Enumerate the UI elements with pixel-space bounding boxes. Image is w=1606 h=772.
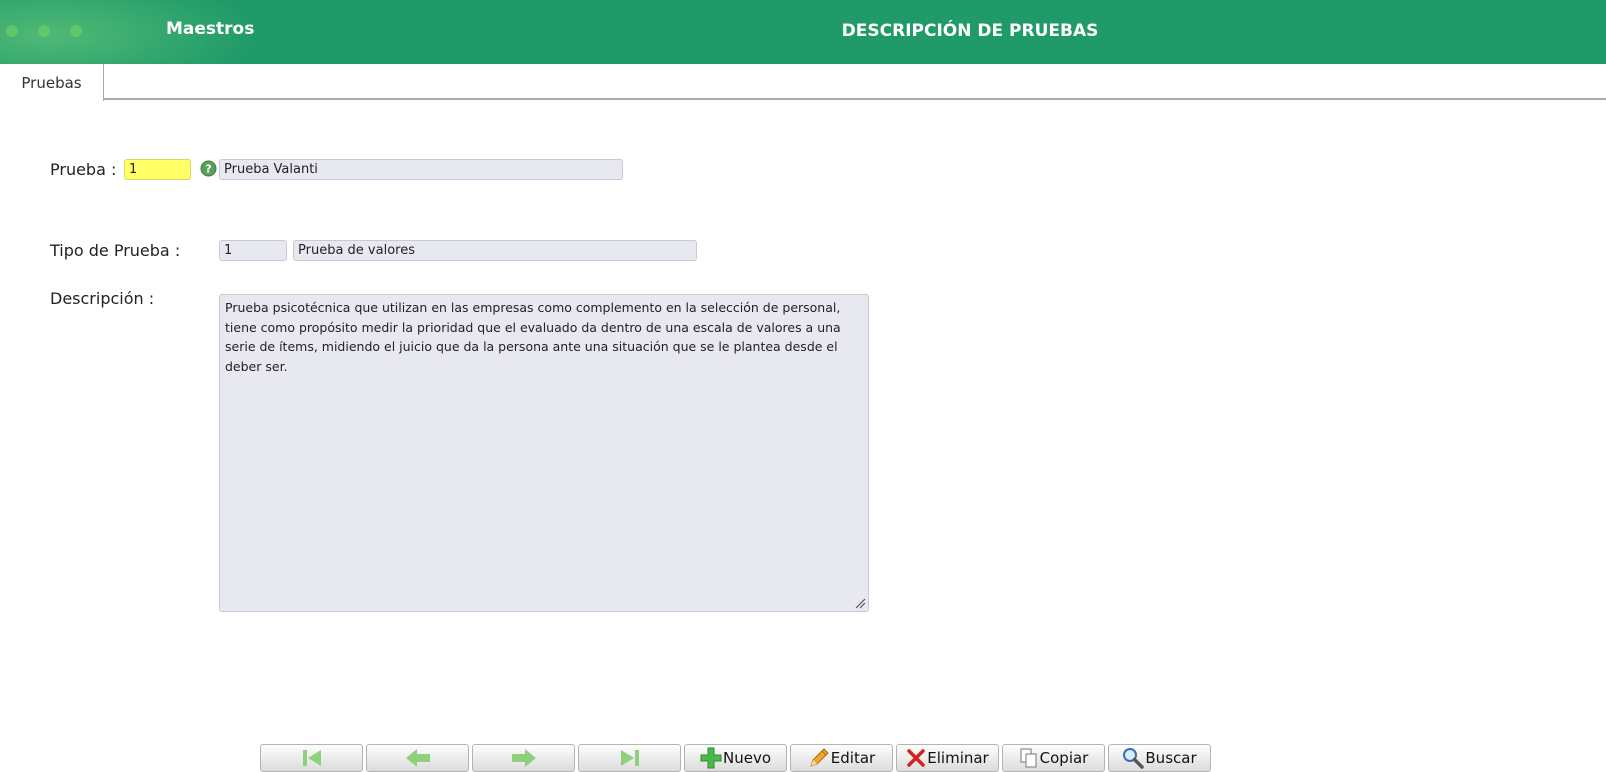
tipo-prueba-code-field[interactable]: [219, 240, 287, 261]
buscar-label: Buscar: [1145, 749, 1197, 767]
copiar-label: Copiar: [1039, 749, 1089, 767]
app-header: Maestros DESCRIPCIÓN DE PRUEBAS: [0, 0, 1606, 64]
eliminar-button[interactable]: Eliminar: [896, 744, 999, 772]
first-record-icon: [302, 750, 321, 766]
help-icon[interactable]: ?: [200, 160, 217, 177]
editar-label: Editar: [830, 749, 876, 767]
previous-record-button[interactable]: [366, 744, 469, 772]
prueba-name-field[interactable]: [219, 159, 623, 180]
prueba-label: Prueba :: [50, 160, 117, 179]
page-title: DESCRIPCIÓN DE PRUEBAS: [841, 21, 1099, 41]
nuevo-button[interactable]: Nuevo: [684, 744, 787, 772]
magnifier-icon: [1123, 748, 1145, 769]
editar-button[interactable]: Editar: [790, 744, 893, 772]
next-record-button[interactable]: [472, 744, 575, 772]
prueba-code-input[interactable]: [124, 159, 191, 180]
svg-text:?: ?: [205, 163, 211, 176]
tab-pruebas[interactable]: Pruebas: [0, 64, 104, 101]
plus-icon: [700, 747, 722, 769]
resize-grip-icon[interactable]: [854, 597, 866, 609]
descripcion-textarea[interactable]: Prueba psicotécnica que utilizan en las …: [219, 294, 869, 612]
descripcion-label: Descripción :: [50, 289, 155, 308]
first-record-button[interactable]: [260, 744, 363, 772]
eliminar-label: Eliminar: [927, 749, 989, 767]
pencil-icon: [809, 748, 829, 767]
tipo-prueba-name-field[interactable]: [293, 240, 697, 261]
tipo-prueba-label: Tipo de Prueba :: [50, 241, 181, 260]
tab-bar: Pruebas: [0, 64, 1606, 101]
previous-record-icon: [405, 749, 430, 767]
next-record-icon: [511, 749, 536, 767]
last-record-button[interactable]: [578, 744, 681, 772]
descripcion-text: Prueba psicotécnica que utilizan en las …: [225, 300, 841, 374]
delete-x-icon: [907, 749, 926, 767]
nuevo-label: Nuevo: [722, 749, 771, 767]
last-record-icon: [620, 750, 639, 766]
copiar-button[interactable]: Copiar: [1002, 744, 1105, 772]
copy-icon: [1020, 748, 1037, 768]
buscar-button[interactable]: Buscar: [1108, 744, 1211, 772]
